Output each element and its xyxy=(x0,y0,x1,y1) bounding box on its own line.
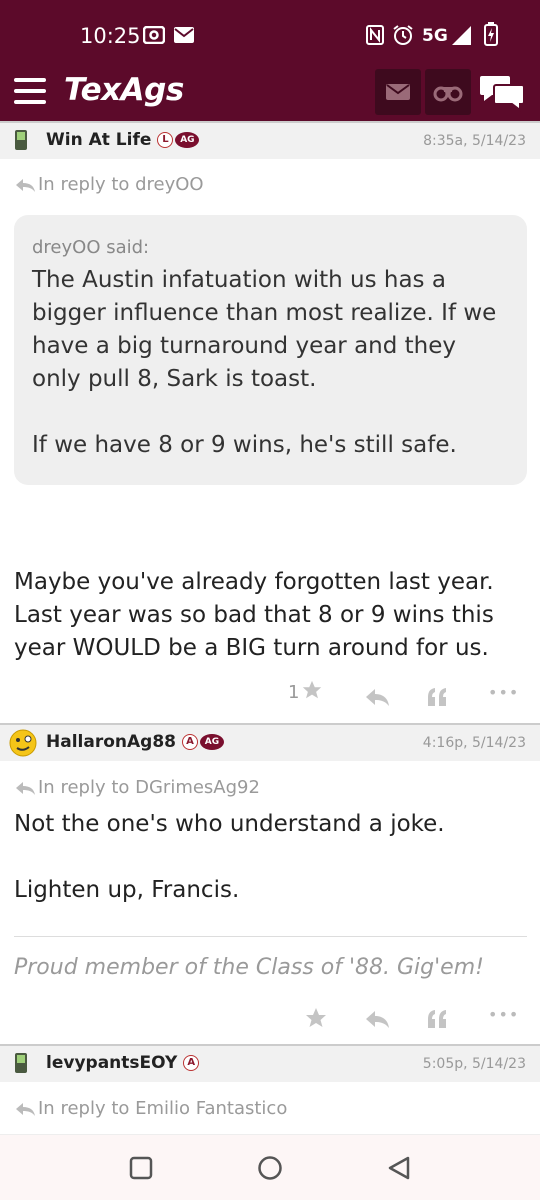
reply-to-link[interactable]: In reply to DGrimesAg92 xyxy=(14,777,260,798)
post-timestamp: 5:05p, 5/14/23 xyxy=(422,1056,526,1072)
network-type: 5G xyxy=(422,26,448,46)
post-body: Not the one's who understand a joke. xyxy=(14,811,445,837)
post-username[interactable]: HallaronAg88 A AG xyxy=(46,732,224,752)
post-actions: ••• xyxy=(0,1000,540,1030)
quote-author: dreyOO said: xyxy=(32,237,150,258)
more-options-icon[interactable]: ••• xyxy=(488,678,519,708)
badge-a: A xyxy=(183,1055,200,1071)
more-options-icon[interactable]: ••• xyxy=(488,1000,519,1030)
status-bar: 10:25 5G xyxy=(0,0,540,62)
quote-text: The Austin infatuation with us has a big… xyxy=(32,267,497,392)
badge-a: A xyxy=(181,734,198,750)
nfc-icon xyxy=(366,25,384,45)
messages-button[interactable] xyxy=(375,69,421,115)
menu-icon[interactable] xyxy=(14,78,46,104)
post-actions: 1 ••• xyxy=(0,678,540,708)
star-icon[interactable] xyxy=(304,1003,328,1033)
reply-to-link[interactable]: In reply to Emilio Fantastico xyxy=(14,1098,287,1119)
back-icon[interactable] xyxy=(386,1155,412,1181)
smiley-avatar-icon xyxy=(9,729,37,757)
screen-record-icon xyxy=(143,26,165,44)
badge-ag: AG xyxy=(175,132,200,148)
binoculars-icon xyxy=(433,86,463,102)
post-header: levypantsEOY A 5:05p, 5/14/23 xyxy=(0,1044,540,1082)
quote-icon[interactable] xyxy=(426,1004,448,1034)
reply-to-link[interactable]: In reply to dreyOO xyxy=(14,174,204,195)
email-notification-icon xyxy=(174,27,194,43)
recents-icon[interactable] xyxy=(129,1156,153,1180)
chat-icon[interactable] xyxy=(480,72,526,112)
signal-icon xyxy=(452,26,471,45)
quote-block: dreyOO said: The Austin infatuation with… xyxy=(14,215,527,485)
post-timestamp: 4:16p, 5/14/23 xyxy=(422,735,526,751)
post-username[interactable]: Win At Life L AG xyxy=(46,130,200,150)
reply-icon[interactable] xyxy=(364,1004,390,1034)
texags-logo[interactable]: TexAgs xyxy=(64,72,184,108)
mail-icon xyxy=(386,84,410,100)
post-body-2: Lighten up, Francis. xyxy=(14,877,240,903)
alarm-icon xyxy=(393,25,413,45)
post-body: Maybe you've already forgotten last year… xyxy=(14,569,494,661)
watched-threads-button[interactable] xyxy=(425,69,471,115)
star-icon xyxy=(303,680,322,699)
post-header: Win At Life L AG 8:35a, 5/14/23 xyxy=(0,121,540,159)
user-signature: Proud member of the Class of '88. Gig'em… xyxy=(14,955,484,980)
like-button[interactable]: 1 xyxy=(288,678,323,708)
mobile-phone-icon xyxy=(15,1053,27,1073)
reply-arrow-icon xyxy=(16,782,35,795)
quote-icon[interactable] xyxy=(426,682,448,712)
app-header: TexAgs xyxy=(0,62,540,122)
post-header: HallaronAg88 A AG 4:16p, 5/14/23 xyxy=(0,723,540,761)
post-timestamp: 8:35a, 5/14/23 xyxy=(423,133,526,149)
mobile-phone-icon xyxy=(15,130,27,150)
quote-text-2: If we have 8 or 9 wins, he's still safe. xyxy=(32,432,457,458)
home-icon[interactable] xyxy=(257,1155,283,1181)
status-time: 10:25 xyxy=(80,24,141,48)
badge-lifetime: L xyxy=(157,132,174,148)
reply-icon[interactable] xyxy=(364,682,390,712)
reply-arrow-icon xyxy=(16,179,35,192)
battery-icon xyxy=(484,22,498,46)
system-nav-bar xyxy=(0,1134,540,1200)
badge-ag: AG xyxy=(199,734,224,750)
signature-divider xyxy=(14,936,527,937)
post-username[interactable]: levypantsEOY A xyxy=(46,1053,200,1073)
like-count: 1 xyxy=(288,682,300,703)
reply-arrow-icon xyxy=(16,1103,35,1116)
